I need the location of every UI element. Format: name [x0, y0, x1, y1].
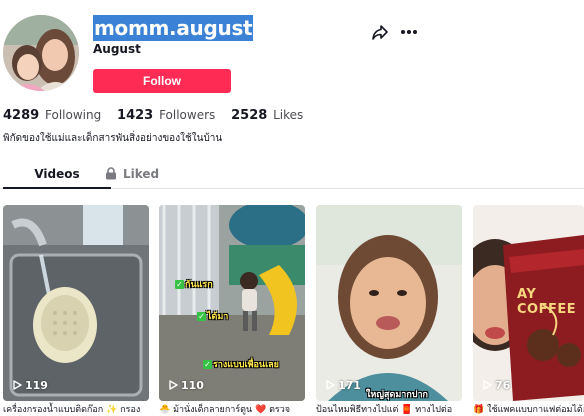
video-card[interactable]: 119: [3, 205, 149, 401]
video-views-count: 110: [181, 379, 204, 392]
video-thumbnail: [3, 205, 149, 401]
play-icon: [483, 380, 492, 390]
profile-username: momm.august: [93, 15, 254, 41]
video-card[interactable]: ✓ กันแรก ✓ ได้มา ✓ รางแบบเพื่อนเลย 110: [159, 205, 305, 401]
video-thumbnail: [316, 205, 462, 401]
video-brand-text: AY COFFEE: [517, 287, 577, 317]
profile-stats: 4289 Following 1423 Followers 2528 Likes: [3, 108, 315, 123]
profile-bio: พิกัดของใช้แม่และเด็กสารพันสิ่งอย่างของใ…: [3, 133, 223, 144]
following-count: 4289: [3, 108, 40, 123]
profile-nickname: August: [93, 42, 141, 56]
likes-count: 2528: [231, 108, 268, 123]
video-overlay-text: ✓ กันแรก: [175, 280, 213, 290]
video-views: 76: [483, 379, 510, 392]
video-caption[interactable]: 🎁 ใช้แพคแบบกาแฟต่อมได้อะไร: [473, 402, 584, 416]
tab-videos[interactable]: Videos: [3, 160, 111, 189]
tab-liked[interactable]: Liked: [105, 160, 159, 188]
following-stat[interactable]: 4289 Following: [3, 108, 101, 123]
video-views-count: 76: [495, 379, 511, 392]
video-views-count: 119: [25, 379, 48, 392]
video-views: 110: [169, 379, 204, 392]
more-horizontal-icon[interactable]: [398, 22, 420, 42]
tab-videos-label: Videos: [34, 167, 80, 181]
play-icon: [169, 380, 178, 390]
share-icon[interactable]: [370, 22, 390, 42]
video-card[interactable]: ใหญ่สุดมากปาก 171: [316, 205, 462, 401]
video-card[interactable]: AY COFFEE 76: [473, 205, 584, 401]
profile-tabs: Videos Liked: [0, 160, 584, 189]
video-views: 171: [326, 379, 361, 392]
follow-button[interactable]: Follow: [93, 69, 231, 93]
video-views-count: 171: [338, 379, 361, 392]
video-caption[interactable]: 🐣 ม้านั่งเด็กลายการ์ตูน ❤️ ตรวจ: [159, 402, 305, 416]
video-overlay-text: ใหญ่สุดมากปาก: [366, 390, 428, 400]
video-caption[interactable]: เครื่องกรองน้ำแบบติดก๊อก ✨ กรอง: [3, 402, 149, 416]
likes-stat: 2528 Likes: [231, 108, 303, 123]
tab-liked-label: Liked: [123, 167, 160, 181]
video-overlay-text: ✓ ได้มา: [197, 312, 229, 322]
avatar[interactable]: [3, 15, 79, 91]
lock-icon: [105, 162, 117, 190]
followers-label: Followers: [159, 108, 216, 122]
video-caption[interactable]: ป้อนไหมพิธีทางไปแต่ 🧧 ทางไปต่อ: [316, 402, 462, 416]
following-label: Following: [45, 108, 102, 122]
play-icon: [13, 380, 22, 390]
play-icon: [326, 380, 335, 390]
video-overlay-text: ✓ รางแบบเพื่อนเลย: [203, 360, 279, 370]
followers-stat[interactable]: 1423 Followers: [117, 108, 215, 123]
video-thumbnail: [159, 205, 305, 401]
followers-count: 1423: [117, 108, 154, 123]
likes-label: Likes: [273, 108, 304, 122]
video-views: 119: [13, 379, 48, 392]
